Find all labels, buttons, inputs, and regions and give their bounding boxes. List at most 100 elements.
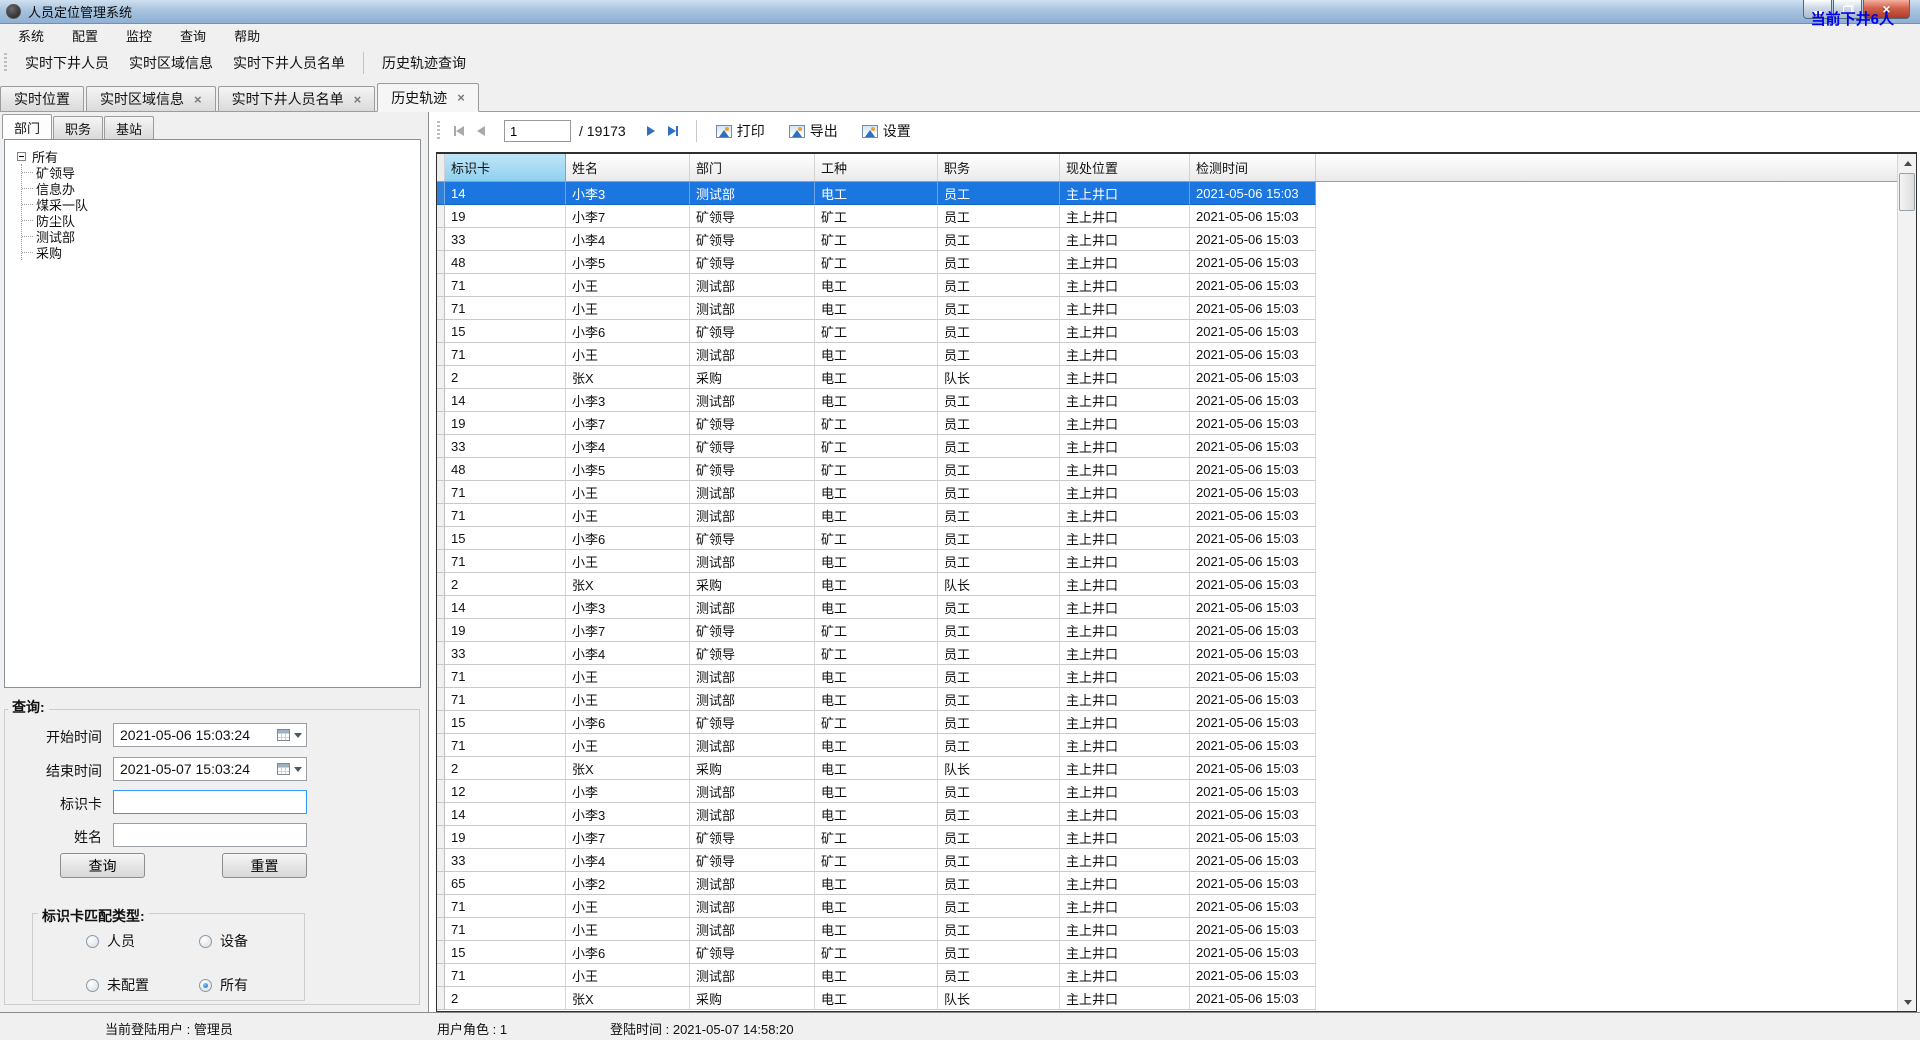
table-row[interactable]: 71小王测试部电工员工主上井口2021-05-06 15:03 [437,688,1897,711]
scrollbar-thumb[interactable] [1899,173,1915,211]
last-page-icon[interactable] [662,121,684,141]
table-cell: 矿领导 [690,320,815,343]
table-row[interactable]: 15小李6矿领导矿工员工主上井口2021-05-06 15:03 [437,320,1897,343]
radio-option-2[interactable]: 未配置 [86,975,149,995]
end-time-field[interactable]: 2021-05-07 15:03:24 [113,757,307,781]
table-row[interactable]: 71小王测试部电工员工主上井口2021-05-06 15:03 [437,481,1897,504]
table-row[interactable]: 2张X采购电工队长主上井口2021-05-06 15:03 [437,573,1897,596]
datetime-picker-icons[interactable] [277,724,302,746]
table-row[interactable]: 71小王测试部电工员工主上井口2021-05-06 15:03 [437,918,1897,941]
radio-option-1[interactable]: 设备 [199,931,248,951]
tree-item-5[interactable]: 采购 [22,244,420,260]
table-row[interactable]: 71小王测试部电工员工主上井口2021-05-06 15:03 [437,504,1897,527]
table-row[interactable]: 71小王测试部电工员工主上井口2021-05-06 15:03 [437,665,1897,688]
print-button[interactable]: 打印 [709,118,772,144]
name-input[interactable] [120,824,306,846]
table-row[interactable]: 2张X采购电工队长主上井口2021-05-06 15:03 [437,987,1897,1010]
reset-button[interactable]: 重置 [222,853,307,878]
export-button[interactable]: 导出 [782,118,845,144]
radio-option-0[interactable]: 人员 [86,931,135,951]
prev-page-icon[interactable] [470,121,492,141]
tab-0[interactable]: 实时位置 [0,86,84,111]
first-page-icon[interactable] [448,121,470,141]
left-tab-0[interactable]: 部门 [2,114,52,139]
table-row[interactable]: 71小王测试部电工员工主上井口2021-05-06 15:03 [437,297,1897,320]
column-header-0[interactable]: 标识卡 [445,154,566,181]
table-row[interactable]: 14小李3测试部电工员工主上井口2021-05-06 15:03 [437,596,1897,619]
toolbar-button-3[interactable]: 历史轨迹查询 [372,48,476,78]
radio-option-3[interactable]: 所有 [199,975,248,995]
table-cell: 主上井口 [1060,458,1190,481]
table-row[interactable]: 71小王测试部电工员工主上井口2021-05-06 15:03 [437,550,1897,573]
toolbar-button-2[interactable]: 实时下井人员名单 [223,48,355,78]
tree-collapse-icon[interactable] [17,152,26,161]
tab-2[interactable]: 实时下井人员名单× [218,86,376,111]
left-tab-1[interactable]: 职务 [53,116,103,139]
column-header-6[interactable]: 检测时间 [1190,154,1316,181]
table-row[interactable]: 2张X采购电工队长主上井口2021-05-06 15:03 [437,366,1897,389]
settings-button[interactable]: 设置 [855,118,918,144]
table-row[interactable]: 71小王测试部电工员工主上井口2021-05-06 15:03 [437,734,1897,757]
name-field[interactable] [113,823,307,847]
menu-item-4[interactable]: 帮助 [224,24,270,47]
table-row[interactable]: 19小李7矿领导矿工员工主上井口2021-05-06 15:03 [437,619,1897,642]
start-time-field[interactable]: 2021-05-06 15:03:24 [113,723,307,747]
vertical-scrollbar[interactable] [1897,154,1916,1011]
next-page-icon[interactable] [640,121,662,141]
table-cell: 矿领导 [690,941,815,964]
toolbar-button-0[interactable]: 实时下井人员 [15,48,119,78]
id-card-input[interactable] [120,791,306,813]
table-cell: 测试部 [690,550,815,573]
scroll-down-icon[interactable] [1898,993,1917,1011]
table-row[interactable]: 33小李4矿领导矿工员工主上井口2021-05-06 15:03 [437,642,1897,665]
tab-3[interactable]: 历史轨迹× [377,83,479,112]
column-header-1[interactable]: 姓名 [566,154,690,181]
table-row[interactable]: 65小李2测试部电工员工主上井口2021-05-06 15:03 [437,872,1897,895]
table-row[interactable]: 19小李7矿领导矿工员工主上井口2021-05-06 15:03 [437,205,1897,228]
tree-item-4[interactable]: 测试部 [22,228,420,244]
menu-item-0[interactable]: 系统 [8,24,54,47]
id-card-field[interactable] [113,790,307,814]
menu-item-3[interactable]: 查询 [170,24,216,47]
table-row[interactable]: 33小李4矿领导矿工员工主上井口2021-05-06 15:03 [437,849,1897,872]
table-row[interactable]: 71小王测试部电工员工主上井口2021-05-06 15:03 [437,895,1897,918]
table-row[interactable]: 15小李6矿领导矿工员工主上井口2021-05-06 15:03 [437,941,1897,964]
table-row[interactable]: 14小李3测试部电工员工主上井口2021-05-06 15:03 [437,182,1897,205]
table-row[interactable]: 71小王测试部电工员工主上井口2021-05-06 15:03 [437,343,1897,366]
column-header-3[interactable]: 工种 [815,154,938,181]
left-tab-2[interactable]: 基站 [104,116,154,139]
datetime-picker-icons[interactable] [277,758,302,780]
tab-1[interactable]: 实时区域信息× [86,86,216,111]
toolbar-button-1[interactable]: 实时区域信息 [119,48,223,78]
search-button[interactable]: 查询 [60,853,145,878]
tab-close-icon[interactable]: × [354,92,362,107]
column-header-2[interactable]: 部门 [690,154,815,181]
tab-close-icon[interactable]: × [457,90,465,105]
table-row[interactable]: 15小李6矿领导矿工员工主上井口2021-05-06 15:03 [437,527,1897,550]
column-header-4[interactable]: 职务 [938,154,1060,181]
table-row[interactable]: 48小李5矿领导矿工员工主上井口2021-05-06 15:03 [437,251,1897,274]
menu-item-2[interactable]: 监控 [116,24,162,47]
tree-root-item[interactable]: 所有 [17,148,420,164]
table-row[interactable]: 19小李7矿领导矿工员工主上井口2021-05-06 15:03 [437,412,1897,435]
table-row[interactable]: 19小李7矿领导矿工员工主上井口2021-05-06 15:03 [437,826,1897,849]
table-row[interactable]: 14小李3测试部电工员工主上井口2021-05-06 15:03 [437,803,1897,826]
scroll-up-icon[interactable] [1898,154,1917,172]
table-row[interactable]: 33小李4矿领导矿工员工主上井口2021-05-06 15:03 [437,435,1897,458]
table-row[interactable]: 2张X采购电工队长主上井口2021-05-06 15:03 [437,757,1897,780]
table-row[interactable]: 14小李3测试部电工员工主上井口2021-05-06 15:03 [437,389,1897,412]
table-row[interactable]: 12小李测试部电工员工主上井口2021-05-06 15:03 [437,780,1897,803]
tab-close-icon[interactable]: × [194,92,202,107]
table-row[interactable]: 33小李4矿领导矿工员工主上井口2021-05-06 15:03 [437,228,1897,251]
tree-item-0[interactable]: 矿领导 [22,164,420,180]
pager-page-input[interactable] [504,120,571,142]
column-header-5[interactable]: 现处位置 [1060,154,1190,181]
menu-item-1[interactable]: 配置 [62,24,108,47]
table-row[interactable]: 71小王测试部电工员工主上井口2021-05-06 15:03 [437,274,1897,297]
table-row[interactable]: 15小李6矿领导矿工员工主上井口2021-05-06 15:03 [437,711,1897,734]
tree-item-2[interactable]: 煤采一队 [22,196,420,212]
tree-item-3[interactable]: 防尘队 [22,212,420,228]
table-row[interactable]: 71小王测试部电工员工主上井口2021-05-06 15:03 [437,964,1897,987]
table-cell: 测试部 [690,504,815,527]
table-row[interactable]: 48小李5矿领导矿工员工主上井口2021-05-06 15:03 [437,458,1897,481]
